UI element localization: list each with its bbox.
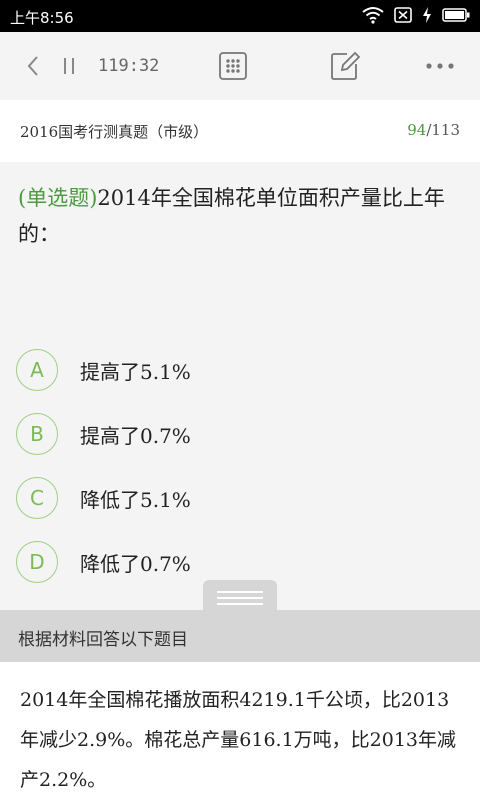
answer-sheet-icon <box>219 52 247 80</box>
option-a[interactable]: A 提高了5.1% <box>16 348 456 392</box>
material-text: 2014年全国棉花播放面积4219.1千公顷，比2013年减少2.9%。棉花总产… <box>20 689 457 791</box>
option-letter-badge: D <box>16 541 58 583</box>
question-progress: 94/113 <box>407 121 460 139</box>
question-text-block: (单选题)2014年全国棉花单位面积产量比上年的： <box>18 180 468 252</box>
material-panel: 2014年全国棉花播放面积4219.1千公顷，比2013年减少2.9%。棉花总产… <box>0 662 480 800</box>
drag-handle-line <box>217 597 263 599</box>
panel-drag-handle[interactable] <box>203 580 277 612</box>
option-text: 提高了5.1% <box>80 359 191 384</box>
sim-x-icon <box>394 7 412 27</box>
option-text: 提高了0.7% <box>80 423 191 448</box>
status-icons <box>362 6 470 28</box>
status-time: 上午8:56 <box>10 9 74 27</box>
pause-button[interactable] <box>56 50 82 82</box>
exam-title-bar: 2016国考行测真题（市级） 94/113 <box>0 100 480 162</box>
edit-note-icon <box>331 51 360 80</box>
material-header-title: 根据材料回答以下题目 <box>18 630 188 650</box>
more-icon <box>426 63 454 69</box>
question-type-label: (单选题) <box>18 186 98 210</box>
back-icon <box>27 56 38 76</box>
option-letter-badge: A <box>16 349 58 391</box>
option-b[interactable]: B 提高了0.7% <box>16 412 456 456</box>
wifi-icon <box>362 6 384 28</box>
status-bar: 上午8:56 <box>0 0 480 32</box>
back-button[interactable] <box>18 50 48 82</box>
drag-handle-line <box>217 603 263 605</box>
option-letter-badge: C <box>16 477 58 519</box>
exam-timer: 119:32 <box>98 56 160 76</box>
material-header: 根据材料回答以下题目 <box>0 610 480 662</box>
exam-title: 2016国考行测真题（市级） <box>20 123 209 141</box>
current-question-number: 94 <box>407 121 427 139</box>
more-button[interactable] <box>422 50 458 82</box>
drag-handle-line <box>217 591 263 593</box>
edit-note-button[interactable] <box>329 50 361 82</box>
option-text: 降低了0.7% <box>80 551 191 576</box>
answer-sheet-button[interactable] <box>218 50 248 82</box>
option-letter-badge: B <box>16 413 58 455</box>
option-c[interactable]: C 降低了5.1% <box>16 476 456 520</box>
toolbar: 119:32 <box>0 32 480 100</box>
option-d[interactable]: D 降低了0.7% <box>16 540 456 584</box>
option-text: 降低了5.1% <box>80 487 191 512</box>
charging-icon <box>422 6 432 28</box>
battery-icon <box>442 7 470 27</box>
pause-icon <box>64 58 74 74</box>
total-question-count: /113 <box>426 121 460 139</box>
